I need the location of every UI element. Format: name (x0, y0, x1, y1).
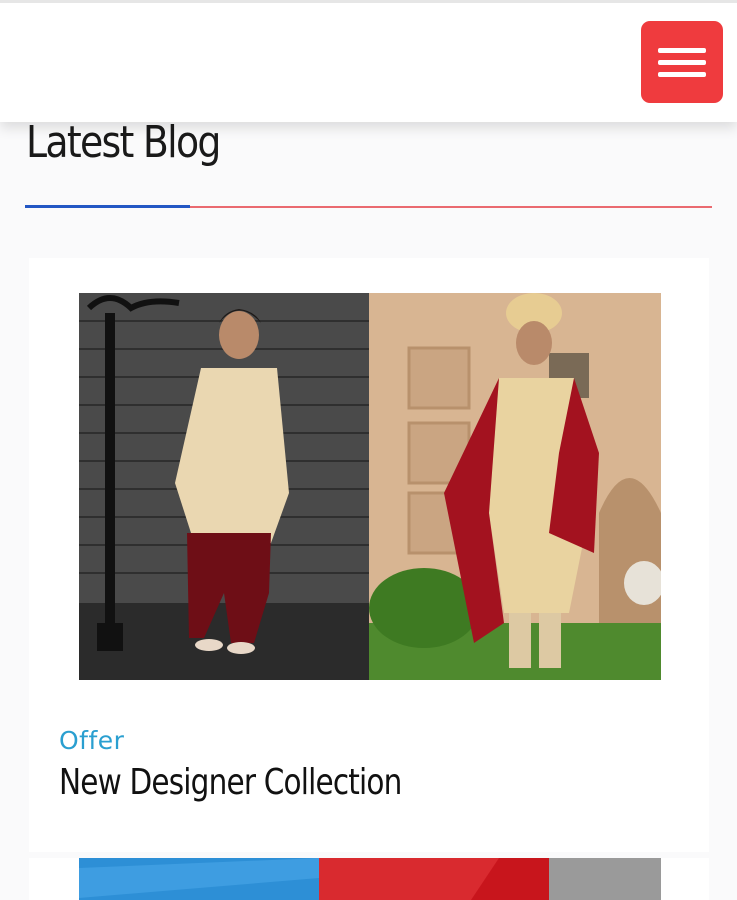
top-navigation-bar (0, 0, 737, 122)
blog-post-image[interactable] (79, 858, 661, 900)
hamburger-menu-icon-line (658, 72, 706, 77)
blog-post-card[interactable] (29, 858, 709, 900)
menu-button[interactable] (641, 21, 723, 103)
blog-post-image[interactable] (79, 293, 661, 680)
blog-post-card[interactable]: Offer New Designer Collection (29, 258, 709, 852)
fabric-photo (79, 858, 661, 900)
hamburger-menu-icon-line (658, 60, 706, 65)
post-category[interactable]: Offer (59, 726, 124, 755)
title-underline (25, 205, 712, 208)
hamburger-menu-icon (658, 48, 706, 53)
sherwani-photo-collage (79, 293, 661, 680)
underline-accent (25, 205, 190, 208)
post-title[interactable]: New Designer Collection (59, 762, 402, 803)
underline-rule (190, 206, 712, 208)
